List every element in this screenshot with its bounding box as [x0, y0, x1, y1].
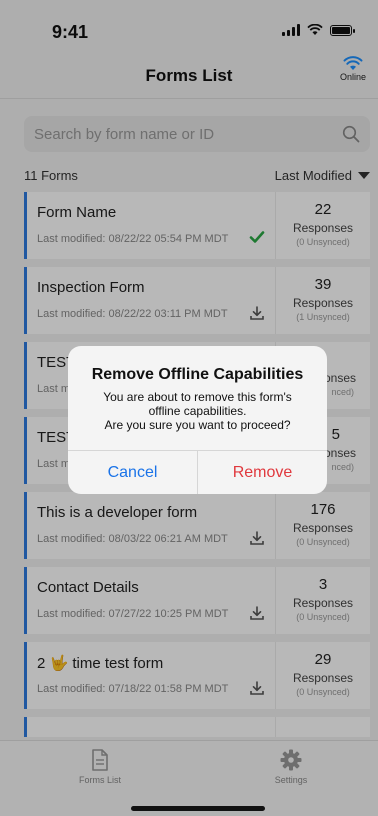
alert-message: You are about to remove this form's offl…: [82, 390, 313, 432]
alert-message-line: Are you sure you want to proceed?: [104, 418, 291, 432]
home-indicator: [131, 806, 265, 811]
remove-button[interactable]: Remove: [198, 451, 327, 494]
screen: 9:41 Forms List Online Search by form na…: [0, 0, 378, 816]
alert-message-line: You are about to remove this form's: [103, 390, 292, 404]
alert-title: Remove Offline Capabilities: [91, 366, 304, 383]
alert-message-line: offline capabilities.: [148, 404, 247, 418]
alert-dialog: Remove Offline Capabilities You are abou…: [68, 346, 327, 494]
cancel-button[interactable]: Cancel: [68, 451, 197, 494]
